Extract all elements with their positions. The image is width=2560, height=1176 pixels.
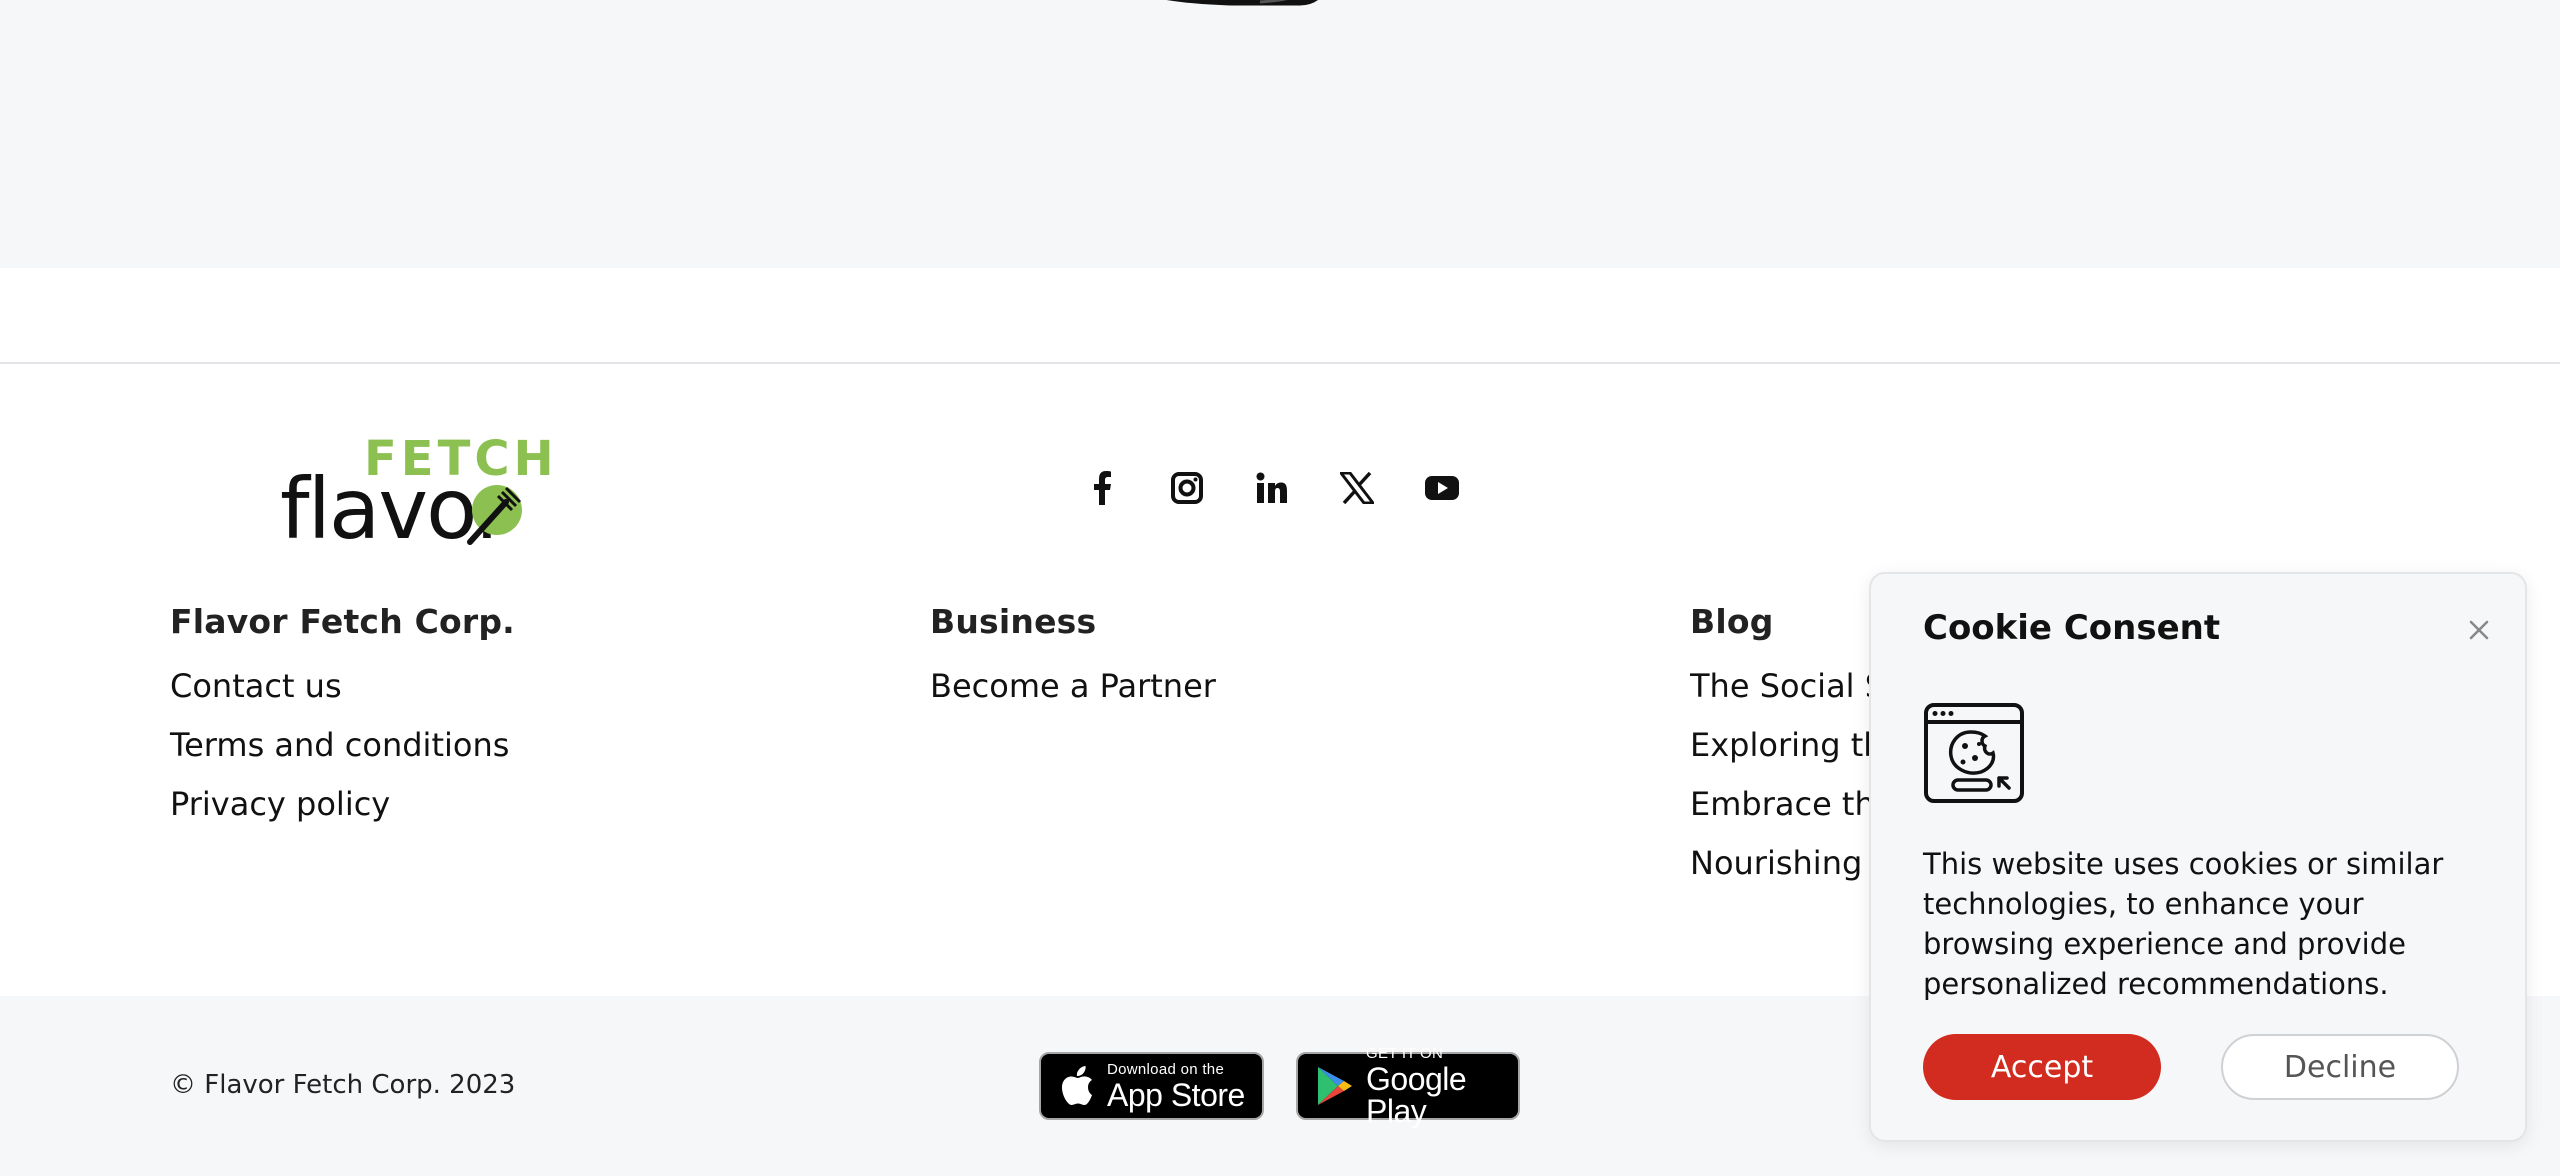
footer-column-title: Blog <box>1690 602 1774 641</box>
footer-column-blog: Blog The Social Si Exploring the Embrace… <box>1690 602 1890 903</box>
blog-post-link[interactable]: Exploring the <box>1690 726 1890 764</box>
close-icon[interactable] <box>2463 614 2495 646</box>
copyright-text: © Flavor Fetch Corp. 2023 <box>170 1070 516 1100</box>
accept-button[interactable]: Accept <box>1923 1034 2161 1100</box>
blog-post-link[interactable]: Nourishing th <box>1690 844 1890 882</box>
google-play-badge[interactable]: GET IT ON Google Play <box>1296 1046 1520 1127</box>
cookie-consent-title: Cookie Consent <box>1923 608 2221 648</box>
hero-section <box>0 0 2560 268</box>
footer-column-title: Flavor Fetch Corp. <box>170 602 515 641</box>
contact-us-link[interactable]: Contact us <box>170 667 515 705</box>
blog-post-link[interactable]: Embrace the <box>1690 785 1890 823</box>
google-play-small-text: GET IT ON <box>1366 1044 1444 1062</box>
facebook-icon[interactable] <box>1080 466 1124 510</box>
footer-column-title: Business <box>930 602 1097 641</box>
footer-column-business: Business Become a Partner <box>930 602 1216 726</box>
blog-post-link[interactable]: The Social Si <box>1690 667 1890 705</box>
app-store-big-text: App Store <box>1107 1076 1245 1113</box>
become-partner-link[interactable]: Become a Partner <box>930 667 1216 705</box>
google-play-icon <box>1316 1065 1354 1107</box>
x-twitter-icon[interactable] <box>1335 466 1379 510</box>
instagram-icon[interactable] <box>1165 466 1209 510</box>
youtube-icon[interactable] <box>1420 466 1464 510</box>
footer-column-company: Flavor Fetch Corp. Contact us Terms and … <box>170 602 515 844</box>
section-divider <box>0 268 2560 364</box>
social-links <box>1080 463 1505 513</box>
app-store-small-text: Download on the <box>1107 1060 1225 1078</box>
google-play-big-text: Google Play <box>1366 1060 1467 1129</box>
app-store-badge[interactable]: Download on the App Store <box>1039 1052 1264 1120</box>
decline-button[interactable]: Decline <box>2221 1034 2459 1100</box>
cookie-consent-dialog: Cookie Consent This website uses cookies… <box>1869 572 2527 1142</box>
cookie-browser-icon <box>1924 703 2024 803</box>
phone-image <box>1166 0 1318 6</box>
terms-link[interactable]: Terms and conditions <box>170 726 515 764</box>
privacy-policy-link[interactable]: Privacy policy <box>170 785 515 823</box>
apple-icon <box>1059 1065 1095 1107</box>
linkedin-icon[interactable] <box>1250 466 1294 510</box>
cookie-consent-text: This website uses cookies or similar tec… <box>1923 847 2444 1001</box>
flavor-fetch-logo[interactable]: FETCH flavor <box>280 430 580 545</box>
